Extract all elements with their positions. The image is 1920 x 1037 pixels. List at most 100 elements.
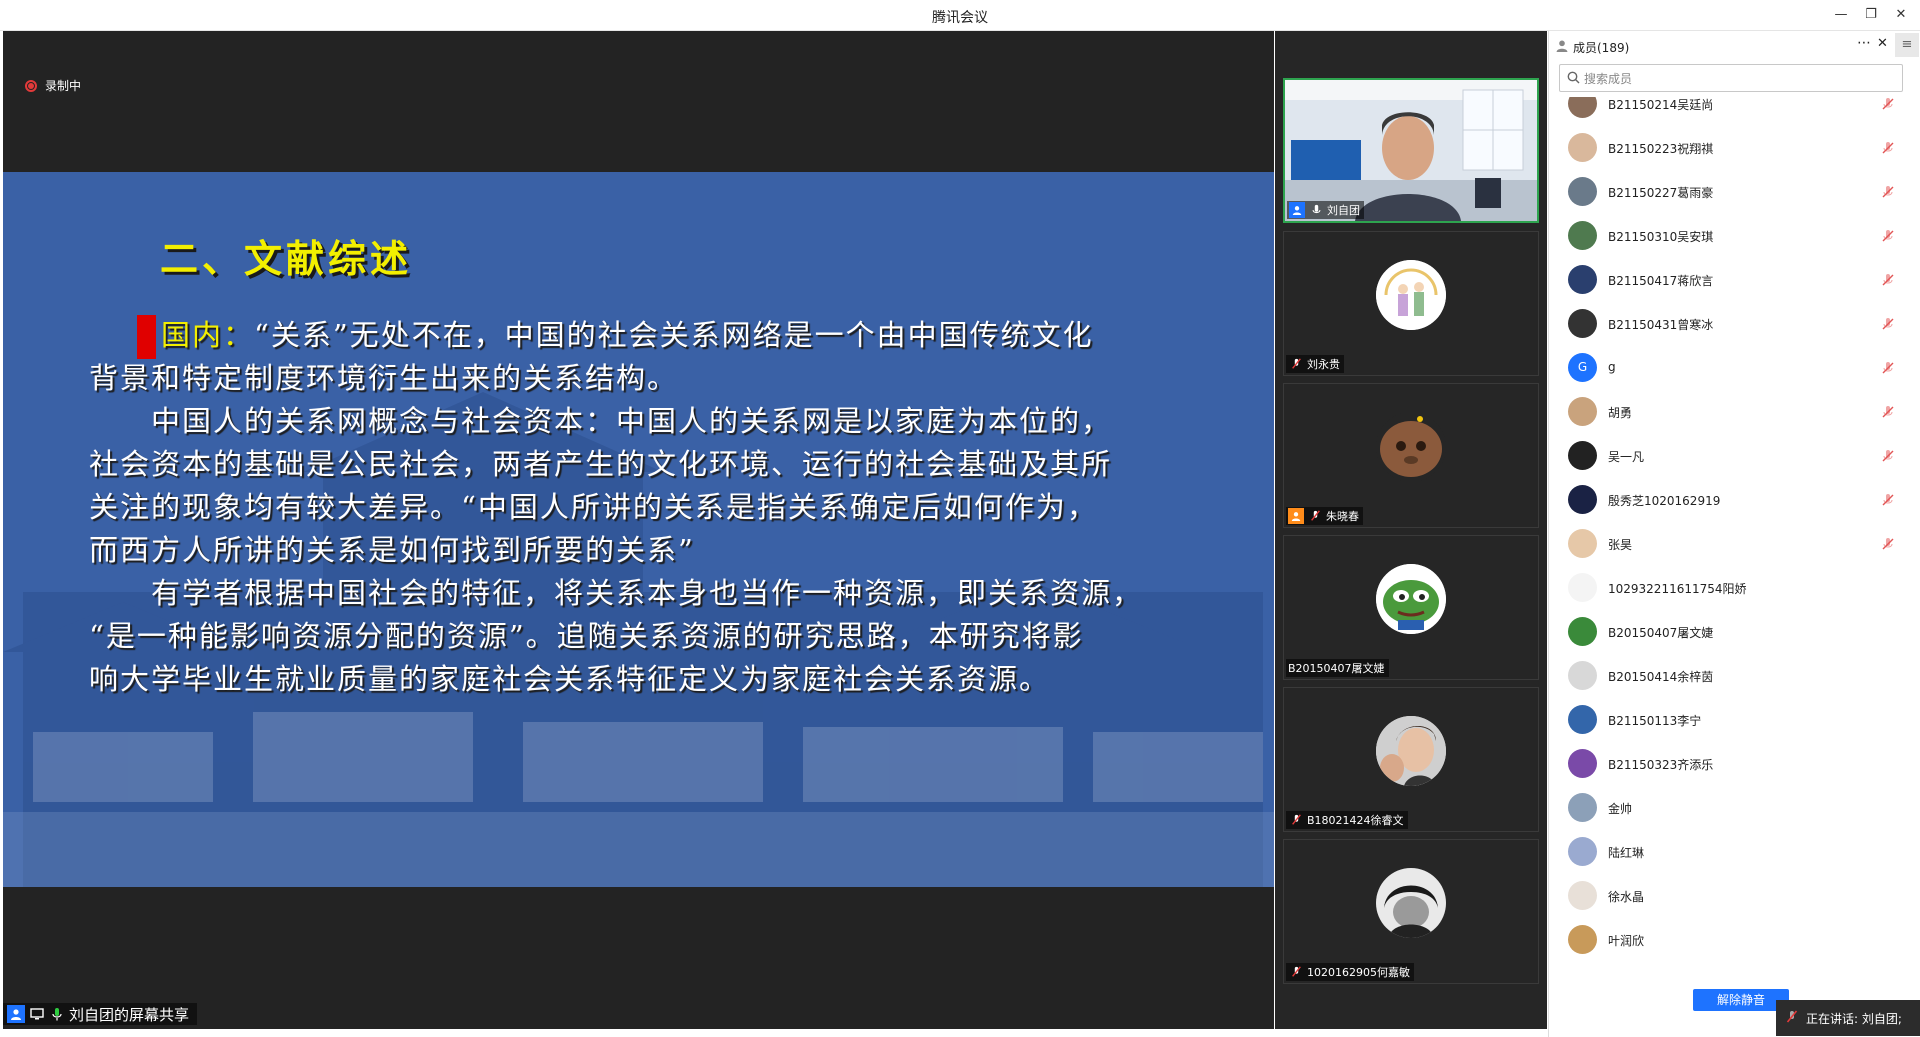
tile-name-label: B20150407屠文婕 xyxy=(1286,659,1389,677)
minimize-icon[interactable]: — xyxy=(1829,6,1853,24)
speaking-label: 正在讲话: 刘自团; xyxy=(1806,1011,1902,1026)
slide-paragraph-2: 中国人的关系网概念与社会资本：中国人的关系网是以家庭为本位的， 社会资本的基础是… xyxy=(89,400,1259,572)
member-avatar xyxy=(1568,573,1597,602)
para2-line: 而西方人所讲的关系是如何找到所要的关系” xyxy=(89,533,695,567)
recording-label: 录制中 xyxy=(45,79,82,93)
member-name: B21150310吴安琪 xyxy=(1608,230,1714,244)
video-tile[interactable]: B20150407屠文婕 xyxy=(1283,535,1539,680)
member-row[interactable]: B21150223祝翔祺 xyxy=(1549,127,1920,171)
member-row[interactable]: B21150227葛雨豪 xyxy=(1549,171,1920,215)
member-name: 胡勇 xyxy=(1608,406,1633,420)
member-row[interactable]: B21150113李宁 xyxy=(1549,699,1920,743)
member-panel: 成员(189) ⋯ ✕ ≡ 搜索成员 B21150214吴廷尚 B21150223… xyxy=(1548,31,1920,1037)
microphone-muted-icon[interactable] xyxy=(1881,404,1895,418)
member-avatar xyxy=(1568,661,1597,690)
member-name: B20150407屠文婕 xyxy=(1608,626,1714,640)
member-row[interactable]: 殷秀芝1020162919 xyxy=(1549,479,1920,523)
member-row[interactable]: 金帅 xyxy=(1549,787,1920,831)
list-view-icon[interactable]: ≡ xyxy=(1895,33,1919,57)
member-row[interactable]: 徐水晶 xyxy=(1549,875,1920,919)
member-name: 张昊 xyxy=(1608,538,1633,552)
member-name: 金帅 xyxy=(1608,802,1633,816)
close-panel-icon[interactable]: ✕ xyxy=(1877,36,1888,51)
member-name: B21150323齐添乐 xyxy=(1608,758,1714,772)
microphone-muted-icon[interactable] xyxy=(1881,272,1895,286)
window-title: 腾讯会议 xyxy=(932,10,988,26)
unmute-all-button[interactable]: 解除静音 xyxy=(1693,989,1789,1011)
tile-name-label: 刘自团 xyxy=(1287,201,1364,219)
member-row[interactable]: B21150214吴廷尚 xyxy=(1549,97,1920,127)
shared-slide: 二、文献综述 国内：“关系”无处不在，中国的社会关系网络是一个由中国传统文化 背… xyxy=(3,172,1274,887)
microphone-muted-icon[interactable] xyxy=(1881,228,1895,242)
member-row[interactable]: B21150417蒋欣言 xyxy=(1549,259,1920,303)
microphone-muted-icon[interactable] xyxy=(1881,536,1895,550)
para2-line: 关注的现象均有较大差异。“中国人所讲的关系是指关系确定后如何作为， xyxy=(89,490,1098,524)
member-row[interactable]: Gg xyxy=(1549,347,1920,391)
microphone-muted-icon[interactable] xyxy=(1881,184,1895,198)
member-row[interactable]: B21150310吴安琪 xyxy=(1549,215,1920,259)
video-tile-speaker[interactable]: 刘自团 xyxy=(1283,78,1539,223)
microphone-muted-icon[interactable] xyxy=(1881,492,1895,506)
restore-icon[interactable]: ❐ xyxy=(1859,6,1883,24)
para3-line: 有学者根据中国社会的特征，将关系本身也当作一种资源，即关系资源， xyxy=(89,576,1144,610)
member-row[interactable]: B20150407屠文婕 xyxy=(1549,611,1920,655)
para1-line2: 背景和特定制度环境衍生出来的关系结构。 xyxy=(89,361,679,395)
member-avatar: G xyxy=(1568,353,1597,382)
member-row[interactable]: 胡勇 xyxy=(1549,391,1920,435)
member-row[interactable]: 吴一凡 xyxy=(1549,435,1920,479)
screen-share-label: 刘自团的屏幕共享 xyxy=(69,1005,190,1024)
microphone-muted-icon xyxy=(1288,356,1304,372)
user-icon xyxy=(7,1005,25,1023)
member-row[interactable]: B20150414余梓茵 xyxy=(1549,655,1920,699)
member-name: 殷秀芝1020162919 xyxy=(1608,494,1721,508)
member-avatar xyxy=(1568,485,1597,514)
search-placeholder: 搜索成员 xyxy=(1584,71,1633,86)
tile-name-label: 刘永贵 xyxy=(1286,355,1344,373)
video-tile[interactable]: 1020162905何嘉敏 xyxy=(1283,839,1539,984)
more-icon[interactable]: ⋯ xyxy=(1857,35,1871,51)
microphone-muted-icon[interactable] xyxy=(1881,448,1895,462)
member-row[interactable]: B21150323齐添乐 xyxy=(1549,743,1920,787)
member-row[interactable]: 张昊 xyxy=(1549,523,1920,567)
member-row[interactable]: 陆红琳 xyxy=(1549,831,1920,875)
slide-title: 二、文献综述 xyxy=(160,236,413,281)
tile-name-label: 朱晓春 xyxy=(1286,507,1363,525)
tile-name-label: B18021424徐睿文 xyxy=(1286,811,1408,829)
video-tile[interactable]: B18021424徐睿文 xyxy=(1283,687,1539,832)
video-tile[interactable]: 朱晓春 xyxy=(1283,383,1539,528)
participant-avatar xyxy=(1376,260,1446,330)
member-avatar xyxy=(1568,617,1597,646)
microphone-muted-icon[interactable] xyxy=(1881,140,1895,154)
member-row[interactable]: 102932211611754阳娇 xyxy=(1549,567,1920,611)
screen-share-bar[interactable]: 刘自团的屏幕共享 xyxy=(3,1003,198,1025)
microphone-muted-icon[interactable] xyxy=(1881,97,1895,110)
para1-lead: 国内： xyxy=(161,318,255,352)
member-row[interactable]: B21150431曾寒冰 xyxy=(1549,303,1920,347)
video-tile[interactable]: 刘永贵 xyxy=(1283,231,1539,376)
tile-name: 刘永贵 xyxy=(1307,358,1340,371)
member-avatar xyxy=(1568,397,1597,426)
para1-line1: “关系”无处不在，中国的社会关系网络是一个由中国传统文化 xyxy=(254,318,1094,352)
main-stage: 录制中 二、文献综述 国内：“关系”无处不在，中国的社会关系网络是一个由中国传统… xyxy=(3,31,1274,1029)
panel-header: 成员(189) ⋯ ✕ ≡ xyxy=(1549,31,1920,61)
video-tiles-column: 刘自团 刘永贵 朱晓春 B20150407屠文婕 B18021424徐睿文 10… xyxy=(1275,31,1547,1029)
member-avatar xyxy=(1568,705,1597,734)
member-name: g xyxy=(1608,360,1616,374)
para2-line: 中国人的关系网概念与社会资本：中国人的关系网是以家庭为本位的， xyxy=(89,404,1113,438)
member-name: B20150414余梓茵 xyxy=(1608,670,1714,684)
recording-indicator: 录制中 xyxy=(25,77,81,94)
tile-name-label: 1020162905何嘉敏 xyxy=(1286,963,1414,981)
tile-name: 1020162905何嘉敏 xyxy=(1307,966,1410,979)
member-avatar xyxy=(1568,221,1597,250)
search-members-field[interactable]: 搜索成员 xyxy=(1559,64,1903,92)
member-name: 吴一凡 xyxy=(1608,450,1645,464)
para3-line: 响大学毕业生就业质量的家庭社会关系特征定义为家庭社会关系资源。 xyxy=(89,662,1051,696)
member-avatar xyxy=(1568,265,1597,294)
close-icon[interactable]: ✕ xyxy=(1889,6,1913,24)
member-avatar xyxy=(1568,925,1597,954)
member-row[interactable]: 叶润欣 xyxy=(1549,919,1920,963)
microphone-muted-icon xyxy=(1307,508,1323,524)
microphone-muted-icon[interactable] xyxy=(1881,360,1895,374)
microphone-muted-icon[interactable] xyxy=(1881,316,1895,330)
participant-avatar xyxy=(1376,716,1446,786)
